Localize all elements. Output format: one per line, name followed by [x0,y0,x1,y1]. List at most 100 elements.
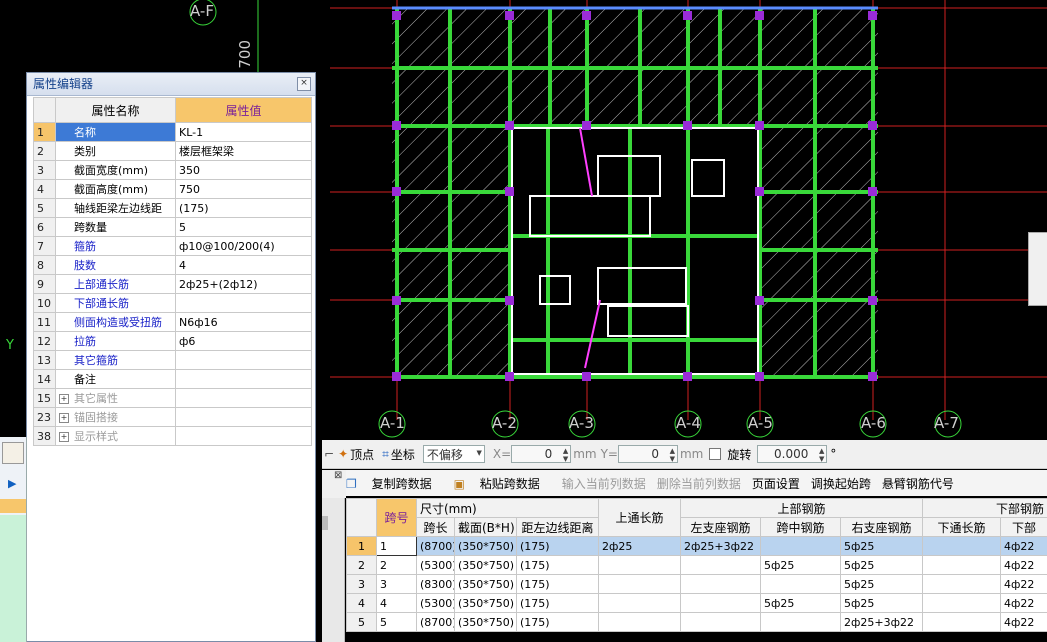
span-row[interactable]: 1 1 (8700) (350*750) (175) 2ф25 2ф25+3ф22 5ф25 4… [346,536,1047,556]
expand-plus-icon[interactable]: + [59,413,69,423]
section-cell[interactable]: (350*750) [454,555,517,575]
property-row[interactable]: 5 轴线距梁左边线距 (175) [33,198,312,218]
bottom-continuous-cell[interactable] [922,574,1002,594]
input-column-button[interactable]: 输入当前列数据 [562,475,646,492]
section-cell[interactable]: (350*750) [454,536,517,556]
span-length-cell[interactable]: (8700) [416,536,455,556]
bottom-continuous-cell[interactable] [922,536,1002,556]
property-value[interactable] [175,350,312,370]
right-support-rebar-cell[interactable]: 5ф25 [839,536,924,556]
row-number-cell[interactable]: 2 [346,555,377,575]
span-length-cell[interactable]: (5300) [416,555,455,575]
cantilever-rebar-button[interactable]: 悬臂钢筋代号 [882,475,954,492]
bottom-continuous-cell[interactable] [922,555,1002,575]
delete-column-button[interactable]: 删除当前列数据 [657,475,741,492]
span-number-cell[interactable]: 3 [376,574,417,594]
collapsed-side-panel[interactable] [1028,232,1047,306]
bottom-rebar-cell[interactable]: 4ф22 [1000,612,1047,632]
top-continuous-cell[interactable] [598,574,681,594]
x-input[interactable]: 0 ▲ ▼ [511,445,572,463]
property-value[interactable] [175,407,312,427]
bottom-rebar-cell[interactable]: 4ф22 [1000,574,1047,594]
mid-span-rebar-cell[interactable]: 5ф25 [760,593,841,613]
property-value[interactable]: (175) [175,198,312,218]
property-value[interactable]: N6ф16 [175,312,312,332]
top-continuous-cell[interactable] [598,612,681,632]
property-value[interactable] [175,426,312,446]
left-support-rebar-cell[interactable] [680,612,761,632]
section-cell[interactable]: (350*750) [454,612,517,632]
property-row[interactable]: 2 类别 楼层框架梁 [33,141,312,161]
property-value[interactable] [175,369,312,389]
y-input[interactable]: 0 ▲ ▼ [617,445,678,463]
right-support-rebar-cell[interactable]: 5ф25 [839,555,924,575]
top-continuous-cell[interactable] [598,555,681,575]
property-row[interactable]: 4 截面高度(mm) 750 [33,179,312,199]
expand-arrow-icon[interactable]: ▶ [8,477,16,490]
vertical-scrollbar[interactable] [322,498,345,642]
property-row[interactable]: 15 + 其它属性 [33,388,312,408]
property-row[interactable]: 14 备注 [33,369,312,389]
coordinate-button[interactable]: 坐标 [391,446,415,463]
left-support-rebar-cell[interactable] [680,593,761,613]
mid-span-rebar-cell[interactable] [760,536,841,556]
property-row[interactable]: 38 + 显示样式 [33,426,312,446]
scroll-thumb[interactable] [322,516,328,530]
property-value[interactable]: 2ф25+(2ф12) [175,274,312,294]
row-number-cell[interactable]: 1 [346,536,377,556]
expand-plus-icon[interactable]: + [59,432,69,442]
right-support-rebar-cell[interactable]: 2ф25+3ф22 [839,612,924,632]
property-row[interactable]: 12 拉筋 ф6 [33,331,312,351]
close-icon[interactable]: ⊠ [334,470,342,481]
left-support-rebar-cell[interactable] [680,555,761,575]
span-number-cell[interactable]: 5 [376,612,417,632]
row-number-cell[interactable]: 3 [346,574,377,594]
span-number-cell[interactable]: 4 [376,593,417,613]
page-setup-button[interactable]: 页面设置 [752,475,800,492]
span-length-cell[interactable]: (8700) [416,612,455,632]
top-continuous-cell[interactable]: 2ф25 [598,536,681,556]
rotate-checkbox[interactable] [709,448,722,460]
span-number-cell[interactable]: 2 [376,555,417,575]
paste-span-button[interactable]: ▣ 粘贴跨数据 [454,475,551,492]
property-value[interactable]: 750 [175,179,312,199]
left-distance-cell[interactable]: (175) [516,536,599,556]
left-support-rebar-cell[interactable]: 2ф25+3ф22 [680,536,761,556]
section-cell[interactable]: (350*750) [454,574,517,594]
left-support-rebar-cell[interactable] [680,574,761,594]
property-value[interactable] [175,388,312,408]
property-row[interactable]: 8 肢数 4 [33,255,312,275]
rotate-input[interactable]: 0.000 ▲ ▼ [757,445,828,463]
right-support-rebar-cell[interactable]: 5ф25 [839,593,924,613]
property-row[interactable]: 7 箍筋 ф10@100/200(4) [33,236,312,256]
span-row[interactable]: 4 4 (5300) (350*750) (175) 5ф25 5ф25 4ф22 [346,593,1047,613]
property-value[interactable]: 4 [175,255,312,275]
property-value[interactable]: KL-1 [175,122,312,142]
property-row[interactable]: 13 其它箍筋 [33,350,312,370]
left-distance-cell[interactable]: (175) [516,593,599,613]
vertex-button[interactable]: 顶点 [350,446,374,463]
bottom-continuous-cell[interactable] [922,612,1002,632]
spinner-icon[interactable]: ▲ ▼ [670,447,675,463]
property-value[interactable]: 5 [175,217,312,237]
section-cell[interactable]: (350*750) [454,593,517,613]
bottom-rebar-cell[interactable]: 4ф22 [1000,555,1047,575]
mid-span-rebar-cell[interactable] [760,574,841,594]
mid-span-rebar-cell[interactable] [760,612,841,632]
property-row[interactable]: 1 名称 KL-1 [33,122,312,142]
span-row[interactable]: 2 2 (5300) (350*750) (175) 5ф25 5ф25 4ф22 [346,555,1047,575]
bottom-continuous-cell[interactable] [922,593,1002,613]
close-icon[interactable]: × [297,77,311,91]
property-value[interactable]: 楼层框架梁 [175,141,312,161]
property-row[interactable]: 23 + 锚固搭接 [33,407,312,427]
property-value[interactable]: ф6 [175,331,312,351]
span-row[interactable]: 3 3 (8300) (350*750) (175) 5ф25 4ф22 [346,574,1047,594]
span-length-cell[interactable]: (8300) [416,574,455,594]
row-number-cell[interactable]: 5 [346,612,377,632]
expand-plus-icon[interactable]: + [59,394,69,404]
offset-mode-select[interactable]: 不偏移 ▼ [422,445,485,463]
left-distance-cell[interactable]: (175) [516,574,599,594]
mid-span-rebar-cell[interactable]: 5ф25 [760,555,841,575]
bottom-rebar-cell[interactable]: 4ф22 [1000,536,1047,556]
pin-icon[interactable]: ⌐ [324,447,334,461]
